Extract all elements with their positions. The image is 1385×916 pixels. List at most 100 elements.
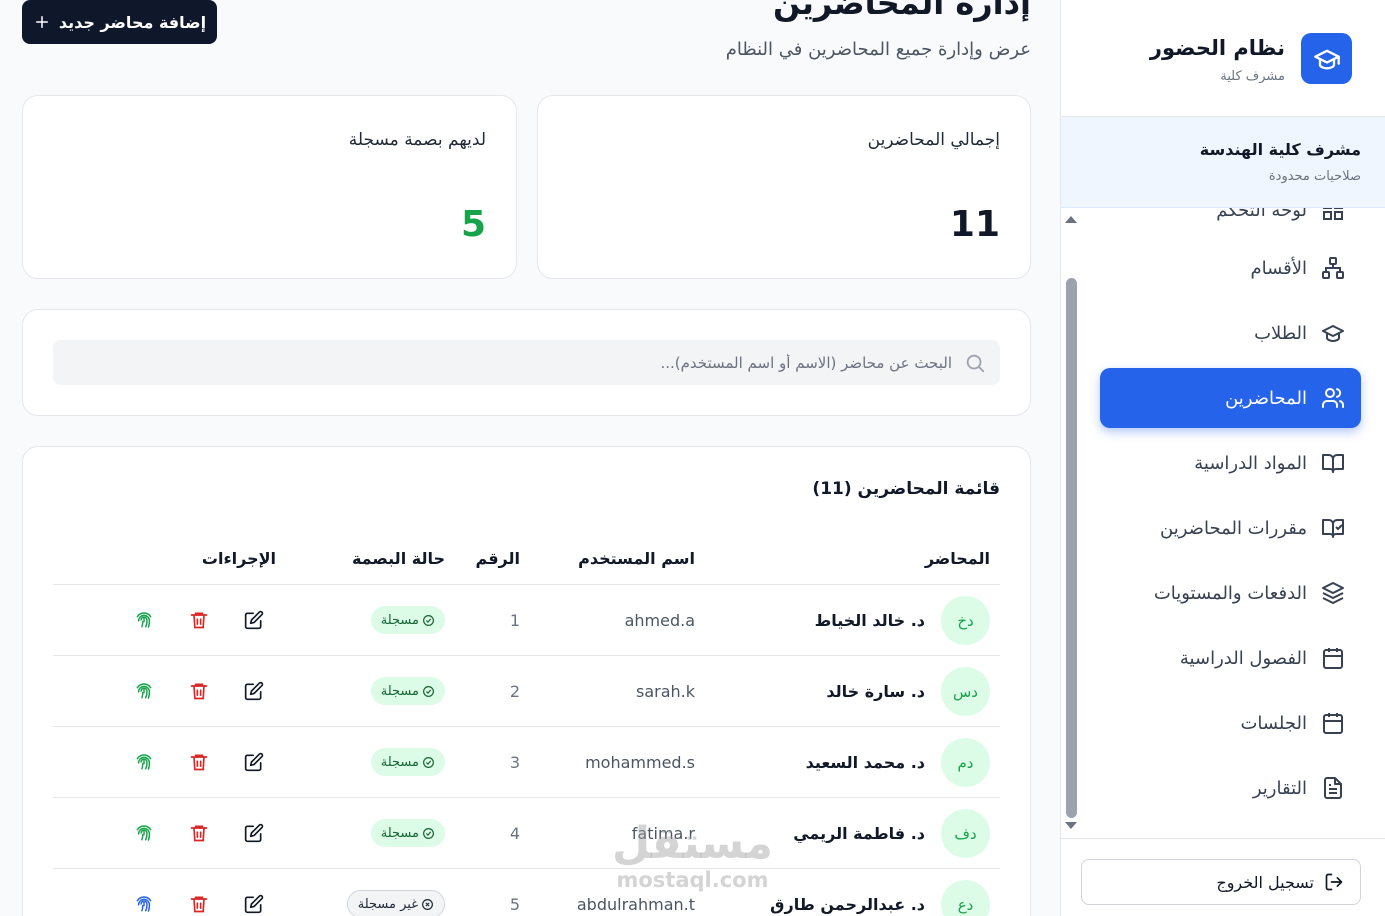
status-badge: مسجلة <box>370 677 445 705</box>
sidebar-item-label: مقررات المحاضرين <box>1160 517 1307 539</box>
sidebar-item-dashboard[interactable]: لوحة التحكم <box>1100 208 1361 240</box>
sidebar-item-lecturer-courses[interactable]: مقررات المحاضرين <box>1100 498 1361 558</box>
graduation-cap-logo-icon <box>1301 33 1352 84</box>
fingerprint-icon[interactable] <box>134 823 154 843</box>
brand-title: نظام الحضور <box>1149 36 1285 60</box>
fingerprint-icon[interactable] <box>134 681 154 701</box>
lecturer-username: ahmed.a <box>624 611 695 630</box>
sidebar-item-semesters[interactable]: الفصول الدراسية <box>1100 628 1361 688</box>
lecturer-username: fatima.r <box>631 824 695 843</box>
stat-fingerprint-value: 5 <box>460 204 486 245</box>
lecturer-number: 2 <box>509 682 520 701</box>
sidebar-item-label: المحاضرين <box>1225 387 1307 409</box>
header-lecturer: المحاضر <box>924 549 990 568</box>
brand-header: نظام الحضور مشرف كلية <box>1061 0 1385 117</box>
lecturer-username: abdulrahman.t <box>576 895 695 914</box>
sidebar-item-reports[interactable]: التقارير <box>1100 758 1361 818</box>
table-row: دس د. سارة خالد sarah.k 2 مسجلة <box>53 656 1000 727</box>
sidebar-item-label: لوحة التحكم <box>1216 208 1307 221</box>
scroll-down-icon[interactable] <box>1065 822 1077 829</box>
calendar-grid-icon <box>1323 648 1343 669</box>
lecturer-name: د. محمد السعيد <box>805 753 925 772</box>
check-circle-icon <box>423 685 434 697</box>
lecturer-name: د. عبدالرحمن طارق <box>770 895 925 914</box>
stat-total-label: إجمالي المحاضرين <box>867 130 1000 150</box>
status-badge-label: مسجلة <box>380 825 419 841</box>
book-open-icon <box>1322 454 1344 473</box>
search-box <box>53 340 1000 385</box>
header-username: اسم المستخدم <box>578 549 695 568</box>
lecturer-name: د. سارة خالد <box>826 682 925 701</box>
edit-icon[interactable] <box>244 681 264 701</box>
status-badge: غير مسجلة <box>346 890 445 916</box>
stat-card-fingerprint: لديهم بصمة مسجلة 5 <box>22 95 517 279</box>
sidebar-item-departments[interactable]: الأقسام <box>1100 238 1361 298</box>
avatar: دخ <box>941 596 990 645</box>
lecturer-name: د. فاطمة الريمي <box>793 824 925 843</box>
search-icon <box>966 354 985 372</box>
logout-button[interactable]: تسجيل الخروج <box>1081 859 1361 905</box>
trash-icon[interactable] <box>189 894 209 914</box>
table-row: دف د. فاطمة الريمي fatima.r 4 مسجلة <box>53 798 1000 869</box>
lecturers-table-card: قائمة المحاضرين (11) المحاضر اسم المستخد… <box>22 446 1031 916</box>
search-card <box>22 309 1031 416</box>
status-badge-label: مسجلة <box>380 612 419 628</box>
role-title: مشرف كلية الهندسة <box>1199 140 1361 159</box>
sidebar-item-sessions[interactable]: الجلسات <box>1100 693 1361 753</box>
x-circle-icon <box>422 898 433 910</box>
status-badge: مسجلة <box>370 606 445 634</box>
book-check-icon <box>1322 519 1344 538</box>
table-row: دع د. عبدالرحمن طارق abdulrahman.t 5 غير مسج… <box>53 869 1000 916</box>
users-icon <box>1322 388 1345 408</box>
status-badge-label: مسجلة <box>380 683 419 699</box>
search-input[interactable] <box>72 353 952 372</box>
sidebar-item-label: التقارير <box>1252 777 1307 799</box>
edit-icon[interactable] <box>244 823 264 843</box>
lecturer-name: د. خالد الخياط <box>814 611 925 630</box>
table-row: دم د. محمد السعيد mohammed.s 3 مسجلة <box>53 727 1000 798</box>
avatar: دم <box>941 738 990 787</box>
sidebar-item-students[interactable]: الطلاب <box>1100 303 1361 363</box>
add-lecturer-label: إضافة محاضر جديد <box>58 12 207 32</box>
edit-icon[interactable] <box>244 610 264 630</box>
trash-icon[interactable] <box>189 823 209 843</box>
sidebar-item-batches[interactable]: الدفعات والمستويات <box>1100 563 1361 623</box>
logout-area: تسجيل الخروج <box>1061 838 1385 916</box>
header-fingerprint: حالة البصمة <box>351 549 445 568</box>
edit-icon[interactable] <box>244 894 264 914</box>
sidebar-item-label: المواد الدراسية <box>1194 452 1307 474</box>
add-lecturer-button[interactable]: إضافة محاضر جديد <box>22 0 217 44</box>
stat-card-total: إجمالي المحاضرين 11 <box>537 95 1031 279</box>
sidebar-item-label: الأقسام <box>1250 257 1307 279</box>
plus-icon <box>35 16 48 28</box>
lecturer-username: mohammed.s <box>585 753 695 772</box>
stat-fingerprint-label: لديهم بصمة مسجلة <box>348 130 486 150</box>
sitemap-icon <box>1322 257 1344 279</box>
status-badge: مسجلة <box>370 748 445 776</box>
lecturer-number: 3 <box>509 753 520 772</box>
logout-icon <box>1325 873 1343 891</box>
stat-total-value: 11 <box>949 204 1000 245</box>
status-badge-label: غير مسجلة <box>357 896 418 912</box>
lecturer-number: 5 <box>509 895 520 914</box>
scroll-up-icon[interactable] <box>1065 216 1077 223</box>
avatar: دف <box>941 809 990 858</box>
scrollbar-thumb[interactable] <box>1066 278 1077 818</box>
fingerprint-icon[interactable] <box>134 610 154 630</box>
fingerprint-icon[interactable] <box>134 752 154 772</box>
sidebar-item-label: الفصول الدراسية <box>1179 647 1307 669</box>
edit-icon[interactable] <box>244 752 264 772</box>
file-text-icon <box>1324 777 1342 799</box>
graduation-cap-icon <box>1322 325 1344 342</box>
trash-icon[interactable] <box>189 681 209 701</box>
sidebar-scrollbar[interactable] <box>1061 208 1085 838</box>
avatar: دس <box>941 667 990 716</box>
calendar-icon <box>1323 713 1343 734</box>
sidebar-item-subjects[interactable]: المواد الدراسية <box>1100 433 1361 493</box>
trash-icon[interactable] <box>189 610 209 630</box>
trash-icon[interactable] <box>189 752 209 772</box>
dashboard-icon <box>1323 208 1343 220</box>
fingerprint-icon[interactable] <box>134 894 154 914</box>
sidebar-item-lecturers[interactable]: المحاضرين <box>1100 368 1361 428</box>
status-badge-label: مسجلة <box>380 754 419 770</box>
